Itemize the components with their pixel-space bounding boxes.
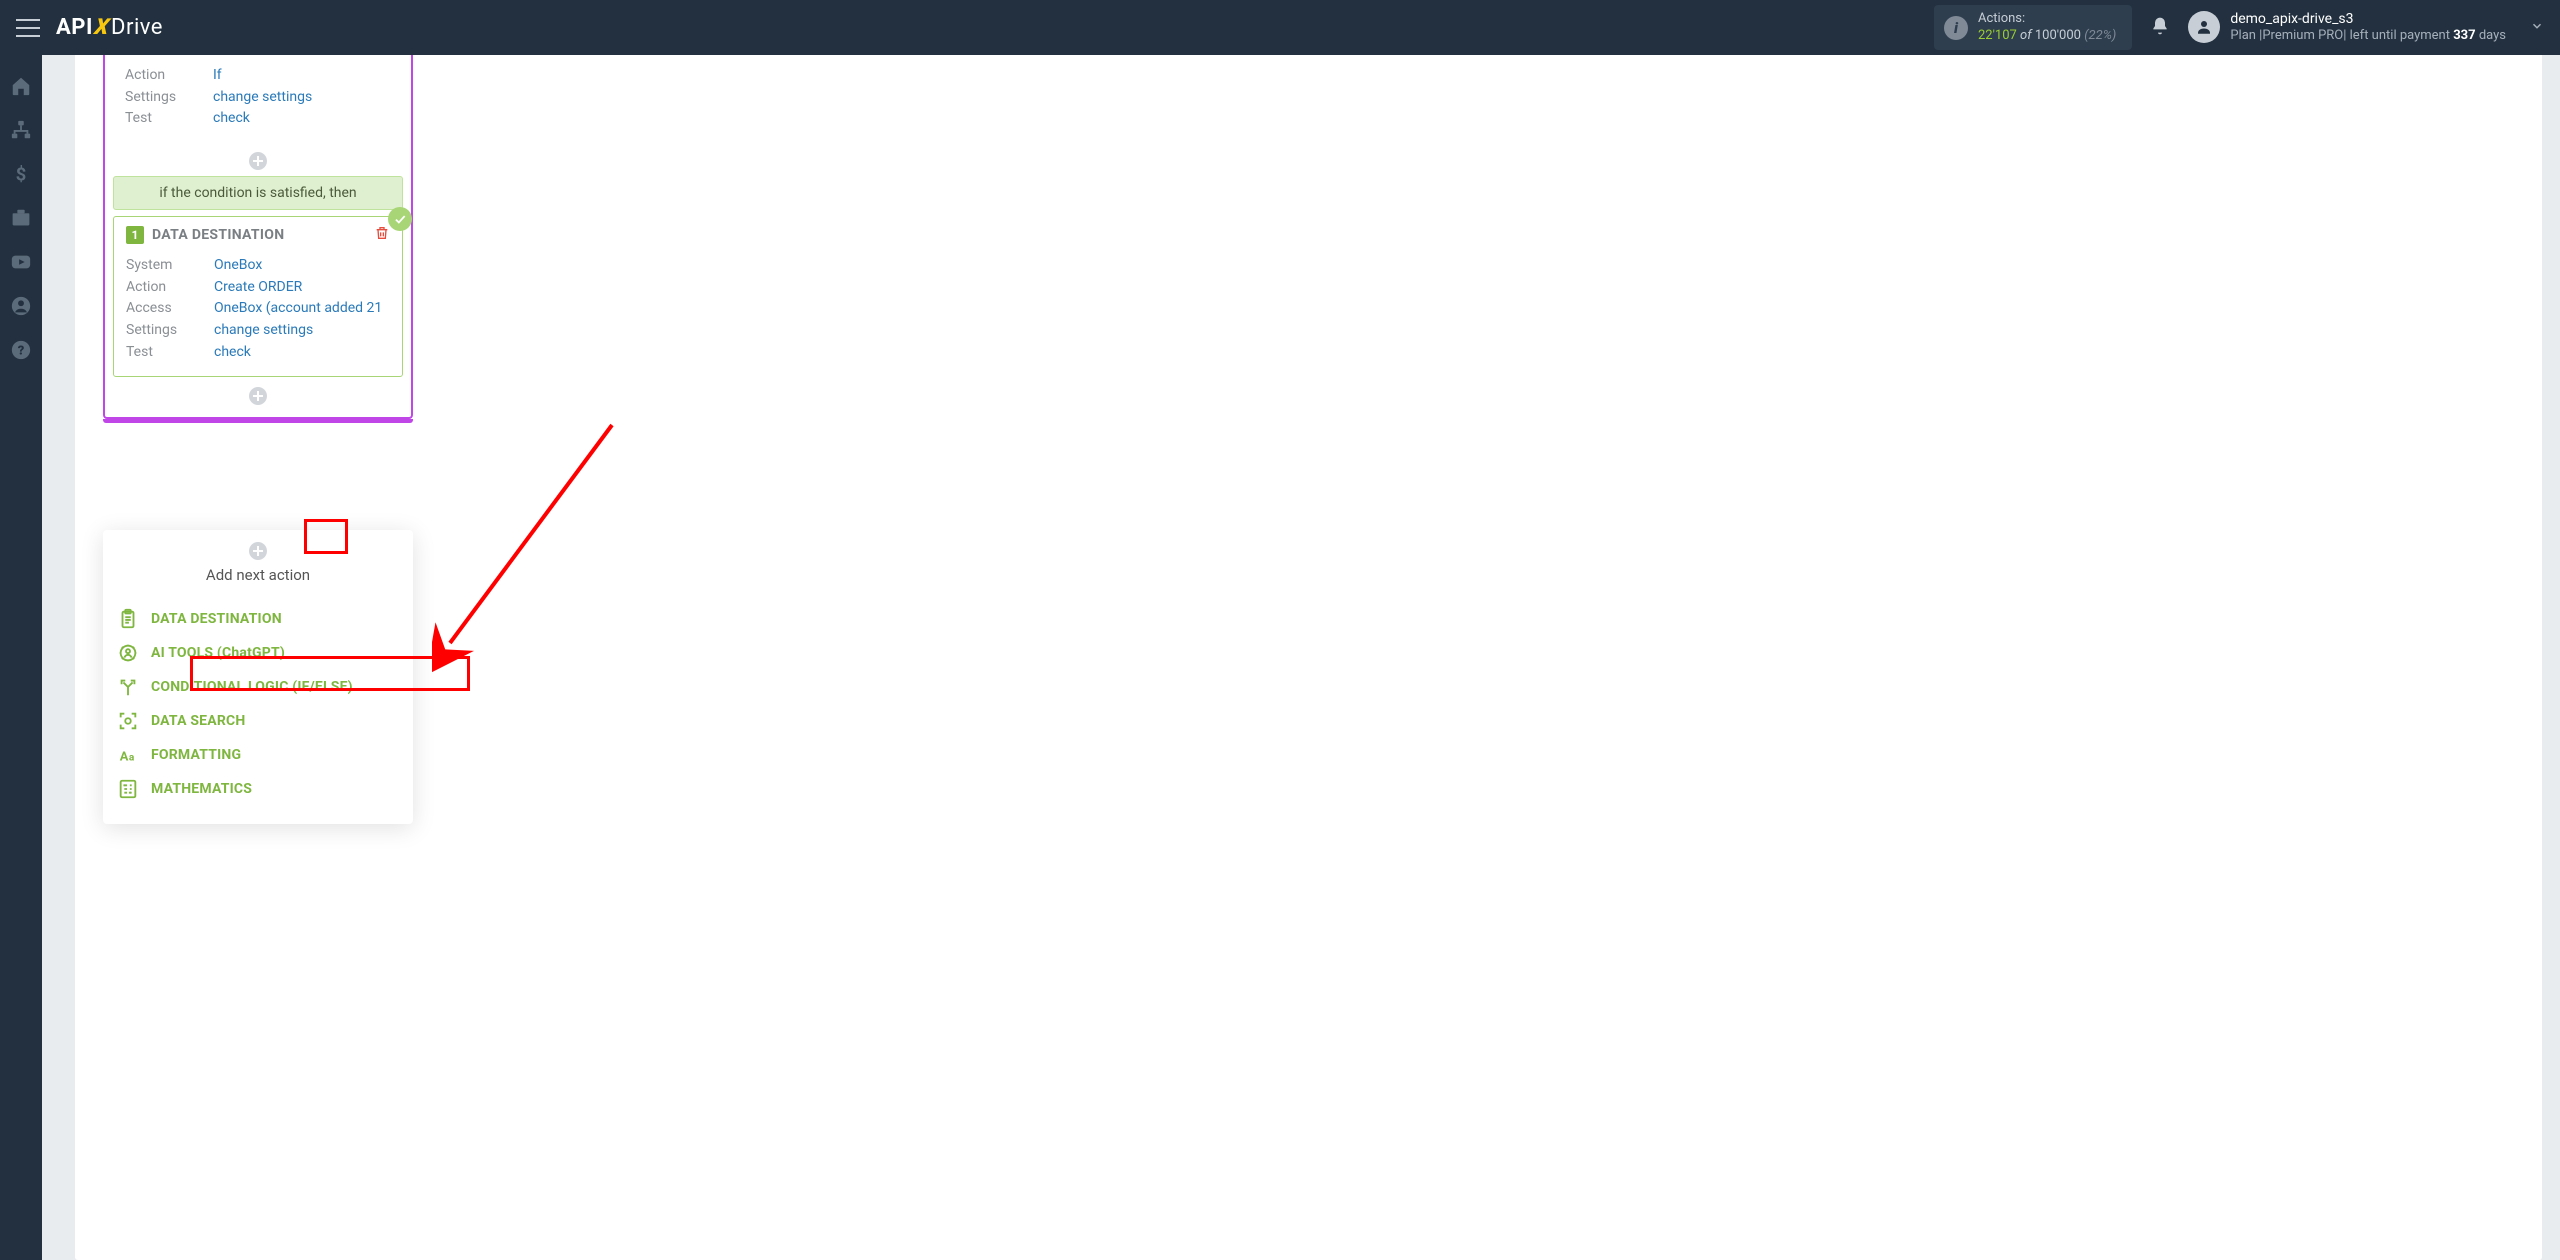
main-area: ActionIfSettingschange settingsTestcheck…	[42, 55, 2560, 1260]
info-row: Testcheck	[125, 108, 391, 130]
popup-item-label: CONDITIONAL LOGIC (IF/ELSE)	[151, 679, 353, 695]
info-icon: i	[1944, 16, 1968, 40]
info-row: Settingschange settings	[125, 87, 391, 109]
chevron-down-icon	[2530, 18, 2544, 37]
add-step-button[interactable]	[249, 152, 267, 170]
popup-item-label: DATA SEARCH	[151, 713, 245, 729]
row-key: Access	[126, 298, 214, 320]
filter-card: ActionIfSettingschange settingsTestcheck	[113, 55, 403, 142]
info-row: SystemOneBox	[126, 255, 390, 277]
condition-block: ActionIfSettingschange settingsTestcheck…	[103, 55, 413, 419]
popup-item-ai-tools[interactable]: AI TOOLS (ChatGPT)	[113, 636, 403, 670]
logo-api: API	[56, 15, 93, 40]
info-row: Settingschange settings	[126, 320, 390, 342]
row-value-link[interactable]: Create ORDER	[214, 277, 302, 299]
menu-toggle-button[interactable]	[16, 19, 40, 37]
destination-title: DATA DESTINATION	[152, 227, 284, 243]
destination-card: 1 DATA DESTINATION SystemOneBoxActionCre…	[113, 216, 403, 376]
briefcase-icon[interactable]	[10, 207, 32, 229]
row-value-link[interactable]: check	[214, 342, 251, 364]
actions-used: 22'107	[1978, 28, 2017, 43]
svg-text:?: ?	[18, 344, 25, 359]
popup-item-formatting[interactable]: Aa FORMATTING	[113, 738, 403, 772]
destination-number: 1	[126, 226, 144, 244]
brain-icon	[117, 642, 139, 664]
svg-text:A: A	[120, 750, 129, 765]
row-value-link[interactable]: OneBox	[214, 255, 262, 277]
avatar-icon	[2188, 11, 2220, 43]
actions-total: 100'000	[2035, 28, 2081, 43]
info-row: AccessOneBox (account added 21	[126, 298, 390, 320]
popup-item-data-search[interactable]: DATA SEARCH	[113, 704, 403, 738]
branch-icon	[117, 676, 139, 698]
row-key: Settings	[126, 320, 214, 342]
aa-icon: Aa	[117, 744, 139, 766]
add-action-plus[interactable]	[113, 542, 403, 560]
actions-pct: (22%)	[2084, 28, 2116, 43]
add-step-button[interactable]	[249, 387, 267, 405]
user-menu[interactable]: demo_apix-drive_s3 Plan |Premium PRO| le…	[2188, 10, 2544, 45]
side-rail: $ ?	[0, 55, 42, 1260]
check-badge-icon	[388, 207, 412, 231]
info-row: Testcheck	[126, 342, 390, 364]
user-name: demo_apix-drive_s3	[2230, 10, 2506, 28]
logo[interactable]: API X Drive	[56, 15, 163, 40]
svg-text:a: a	[129, 753, 135, 764]
home-icon[interactable]	[10, 75, 32, 97]
top-bar: API X Drive i Actions: 22'107 of 100'000…	[0, 0, 2560, 55]
calc-icon	[117, 778, 139, 800]
row-key: System	[126, 255, 214, 277]
help-icon[interactable]: ?	[10, 339, 32, 361]
svg-text:$: $	[16, 164, 27, 185]
condition-banner: if the condition is satisfied, then	[113, 176, 403, 210]
popup-item-conditional[interactable]: CONDITIONAL LOGIC (IF/ELSE)	[113, 670, 403, 704]
info-row: ActionIf	[125, 65, 391, 87]
actions-label: Actions:	[1978, 11, 2116, 27]
add-action-popup: Add next action DATA DESTINATION AI TOOLS…	[103, 530, 413, 824]
sitemap-icon[interactable]	[10, 119, 32, 141]
row-key: Action	[126, 277, 214, 299]
popup-item-label: AI TOOLS (ChatGPT)	[151, 645, 285, 661]
delete-button[interactable]	[374, 225, 390, 245]
popup-item-label: MATHEMATICS	[151, 781, 252, 797]
popup-item-mathematics[interactable]: MATHEMATICS	[113, 772, 403, 806]
info-row: ActionCreate ORDER	[126, 277, 390, 299]
logo-x: X	[91, 15, 114, 40]
row-value-link[interactable]: If	[213, 65, 222, 87]
row-value-link[interactable]: OneBox (account added 21	[214, 298, 382, 320]
user-icon[interactable]	[10, 295, 32, 317]
popup-item-data-destination[interactable]: DATA DESTINATION	[113, 602, 403, 636]
row-key: Action	[125, 65, 213, 87]
popup-item-label: DATA DESTINATION	[151, 611, 282, 627]
clipboard-icon	[117, 608, 139, 630]
logo-drive: Drive	[111, 15, 163, 40]
popup-item-label: FORMATTING	[151, 747, 241, 763]
plan-line: Plan |Premium PRO| left until payment 33…	[2230, 28, 2506, 45]
youtube-icon[interactable]	[10, 251, 32, 273]
row-key: Test	[125, 108, 213, 130]
row-key: Settings	[125, 87, 213, 109]
workflow-canvas: ActionIfSettingschange settingsTestcheck…	[75, 55, 2542, 1260]
row-value-link[interactable]: change settings	[214, 320, 313, 342]
scan-icon	[117, 710, 139, 732]
actions-counter[interactable]: i Actions: 22'107 of 100'000 (22%)	[1934, 5, 2132, 50]
row-key: Test	[126, 342, 214, 364]
row-value-link[interactable]: check	[213, 108, 250, 130]
dollar-icon[interactable]: $	[10, 163, 32, 185]
popup-title: Add next action	[113, 566, 403, 584]
row-value-link[interactable]: change settings	[213, 87, 312, 109]
bell-icon[interactable]	[2150, 16, 2170, 40]
